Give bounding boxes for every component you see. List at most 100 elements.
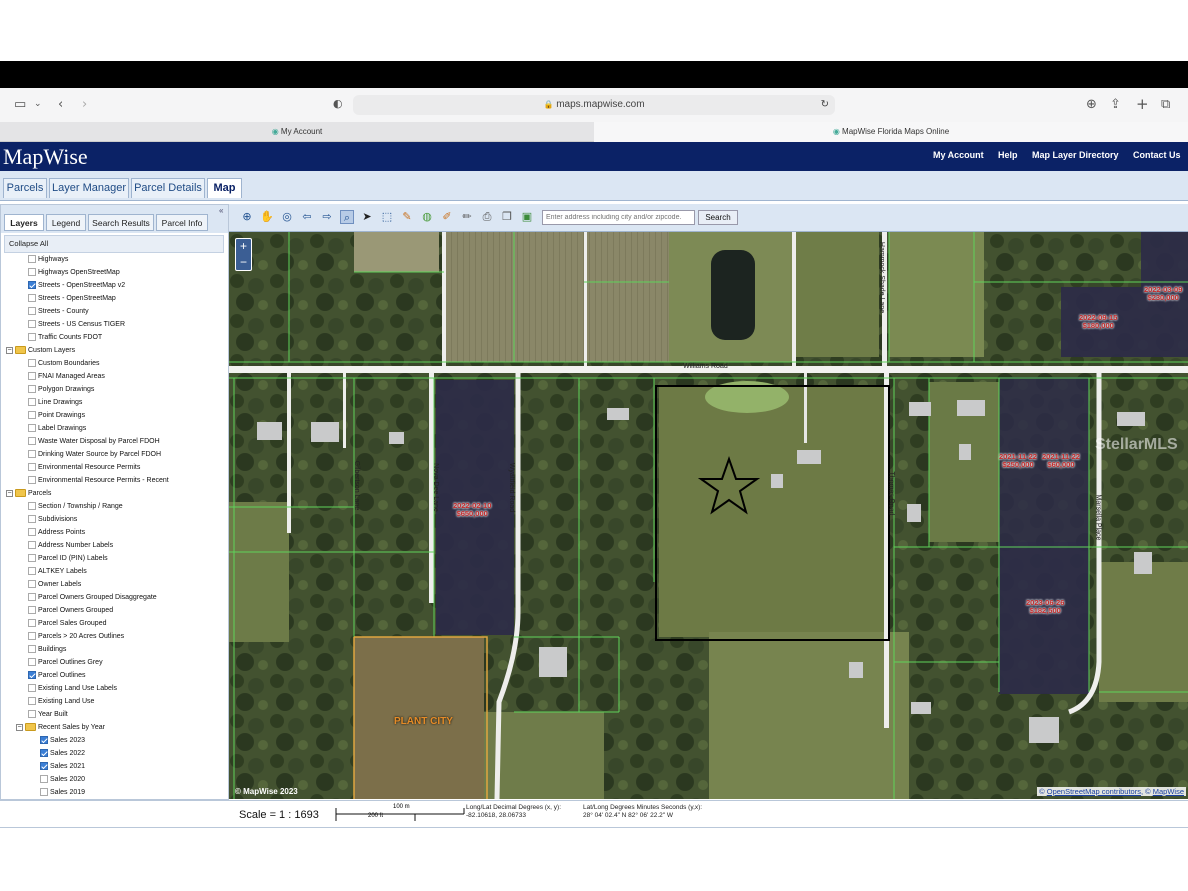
layer-checkbox[interactable] <box>28 684 36 692</box>
layer-checkbox[interactable] <box>28 372 36 380</box>
browser-tab-mapwise[interactable]: ◉ MapWise Florida Maps Online <box>594 122 1188 142</box>
sale-label[interactable]: 2022-03-09 $230,000 <box>1144 286 1182 302</box>
tab-parcel-details[interactable]: Parcel Details <box>131 178 205 198</box>
layer-checkbox[interactable] <box>40 775 48 783</box>
layer-item[interactable]: Parcel Owners Grouped <box>4 604 224 617</box>
layer-item[interactable]: Parcels > 20 Acres Outlines <box>4 630 224 643</box>
layer-checkbox[interactable] <box>28 268 36 276</box>
layer-checkbox[interactable] <box>28 567 36 575</box>
tab-parcel-info[interactable]: Parcel Info <box>156 214 208 231</box>
layer-item[interactable]: Parcel Owners Grouped Disaggregate <box>4 591 224 604</box>
select-pointer-icon[interactable]: ➤ <box>360 210 374 224</box>
edit-icon[interactable]: ✏ <box>460 210 474 224</box>
layer-item[interactable]: ALTKEY Labels <box>4 565 224 578</box>
tab-layer-manager[interactable]: Layer Manager <box>49 178 129 198</box>
layer-item[interactable]: Point Drawings <box>4 409 224 422</box>
layer-checkbox[interactable] <box>28 632 36 640</box>
nav-my-account[interactable]: My Account <box>933 150 984 160</box>
layer-checkbox[interactable] <box>28 515 36 523</box>
tab-overview-icon[interactable]: ⧉ <box>1161 97 1170 112</box>
layer-item[interactable]: Streets - OpenStreetMap <box>4 292 224 305</box>
sidebar-toggle-icon[interactable]: ▭ <box>14 97 26 112</box>
layer-item[interactable]: Line Drawings <box>4 396 224 409</box>
print-icon[interactable]: ⎙ <box>480 210 494 224</box>
layer-item[interactable]: Traffic Counts FDOT <box>4 331 224 344</box>
layer-checkbox[interactable] <box>40 788 48 796</box>
layer-item[interactable]: Sales 2022 <box>4 747 224 760</box>
layer-item[interactable]: Sales 2020 <box>4 773 224 786</box>
layer-checkbox[interactable] <box>28 333 36 341</box>
share-icon[interactable]: ⇪ <box>1110 97 1121 112</box>
address-search-input[interactable] <box>542 210 695 225</box>
layer-checkbox[interactable] <box>28 502 36 510</box>
back-arrow-icon[interactable]: ⇦ <box>300 210 314 224</box>
layer-item[interactable]: Sales 2021 <box>4 760 224 773</box>
layer-checkbox[interactable] <box>28 658 36 666</box>
nav-contact-us[interactable]: Contact Us <box>1133 150 1181 160</box>
tab-map[interactable]: Map <box>207 178 242 198</box>
layer-item[interactable]: Streets - US Census TIGER <box>4 318 224 331</box>
layer-checkbox[interactable] <box>28 580 36 588</box>
tab-parcels[interactable]: Parcels <box>3 178 47 198</box>
tab-legend[interactable]: Legend <box>46 214 86 231</box>
layer-checkbox[interactable] <box>28 710 36 718</box>
sale-label[interactable]: 2021-11-22 $60,000 <box>1042 453 1080 469</box>
layer-item[interactable]: FNAI Managed Areas <box>4 370 224 383</box>
layer-item[interactable]: Parcel Sales Grouped <box>4 617 224 630</box>
layer-item[interactable]: Buildings <box>4 643 224 656</box>
sale-label[interactable]: 2022-02-10 $650,000 <box>453 502 491 518</box>
layer-checkbox[interactable] <box>28 385 36 393</box>
tab-layers[interactable]: Layers <box>4 214 44 231</box>
select-box-icon[interactable]: ⬚ <box>380 210 394 224</box>
layer-item[interactable]: Streets - OpenStreetMap v2 <box>4 279 224 292</box>
layer-item[interactable]: Polygon Drawings <box>4 383 224 396</box>
layer-checkbox[interactable] <box>28 697 36 705</box>
layer-item[interactable]: Environmental Resource Permits <box>4 461 224 474</box>
nav-help[interactable]: Help <box>998 150 1018 160</box>
new-tab-icon[interactable]: + <box>1136 95 1149 113</box>
expand-collapse-icon[interactable]: − <box>6 490 13 497</box>
expand-collapse-icon[interactable]: − <box>16 724 23 731</box>
layer-checkbox[interactable] <box>28 619 36 627</box>
layer-item[interactable]: Label Drawings <box>4 422 224 435</box>
pan-hand-icon[interactable]: ✋ <box>260 210 274 224</box>
chevron-down-icon[interactable]: ⌄ <box>34 99 42 109</box>
download-icon[interactable]: ⊕ <box>1086 97 1097 112</box>
layer-checkbox[interactable] <box>28 294 36 302</box>
layer-item[interactable]: Parcel ID (PIN) Labels <box>4 552 224 565</box>
layer-item[interactable]: Address Points <box>4 526 224 539</box>
layer-item[interactable]: Existing Land Use Labels <box>4 682 224 695</box>
layer-checkbox[interactable] <box>40 736 48 744</box>
layer-checkbox[interactable] <box>28 437 36 445</box>
osm-link[interactable]: OpenStreetMap contributors <box>1047 787 1141 796</box>
layer-checkbox[interactable] <box>28 606 36 614</box>
layer-checkbox[interactable] <box>40 749 48 757</box>
layer-item[interactable]: Environmental Resource Permits - Recent <box>4 474 224 487</box>
layer-item[interactable]: Drinking Water Source by Parcel FDOH <box>4 448 224 461</box>
layer-item[interactable]: Subdivisions <box>4 513 224 526</box>
layer-checkbox[interactable] <box>28 359 36 367</box>
layer-item[interactable]: Parcel Outlines Grey <box>4 656 224 669</box>
zoom-in-button[interactable]: + <box>236 239 251 255</box>
layer-item[interactable]: Sales 2023 <box>4 734 224 747</box>
map-canvas[interactable]: + − Williams Road Hammock Shade Lane Gil… <box>229 232 1188 799</box>
layer-checkbox[interactable] <box>28 671 36 679</box>
back-icon[interactable]: ‹ <box>58 97 63 112</box>
zoom-in-icon[interactable]: ⊕ <box>240 210 254 224</box>
measure-icon[interactable]: ✎ <box>400 210 414 224</box>
layer-item[interactable]: Parcel Outlines <box>4 669 224 682</box>
layer-item[interactable]: Sales 2019 <box>4 786 224 798</box>
layer-checkbox[interactable] <box>28 463 36 471</box>
identify-icon[interactable]: ◍ <box>420 210 434 224</box>
address-bar[interactable]: 🔒 maps.mapwise.com ↻ <box>353 95 835 115</box>
layer-checkbox[interactable] <box>28 554 36 562</box>
forward-icon[interactable]: › <box>82 97 87 112</box>
search-button[interactable]: Search <box>698 210 738 225</box>
layer-checkbox[interactable] <box>28 281 36 289</box>
expand-collapse-icon[interactable]: − <box>6 347 13 354</box>
layer-checkbox[interactable] <box>28 476 36 484</box>
layer-item[interactable]: Year Built <box>4 708 224 721</box>
zoom-out-button[interactable]: − <box>236 255 251 271</box>
draw-icon[interactable]: ✐ <box>440 210 454 224</box>
layer-checkbox[interactable] <box>28 398 36 406</box>
